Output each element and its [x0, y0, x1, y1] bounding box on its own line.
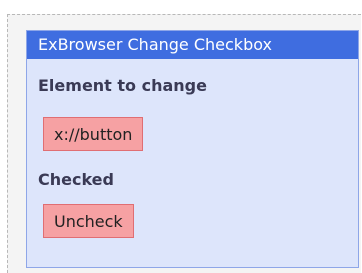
exbrowser-change-checkbox-block[interactable]: ExBrowser Change Checkbox Element to cha… [26, 30, 359, 268]
element-to-change-value[interactable]: x://button [43, 117, 144, 151]
checked-label: Checked [38, 170, 114, 189]
element-to-change-label: Element to change [38, 76, 207, 95]
block-title: ExBrowser Change Checkbox [27, 31, 358, 59]
page: ExBrowser Change Checkbox Element to cha… [0, 0, 362, 273]
checked-value[interactable]: Uncheck [43, 204, 134, 238]
